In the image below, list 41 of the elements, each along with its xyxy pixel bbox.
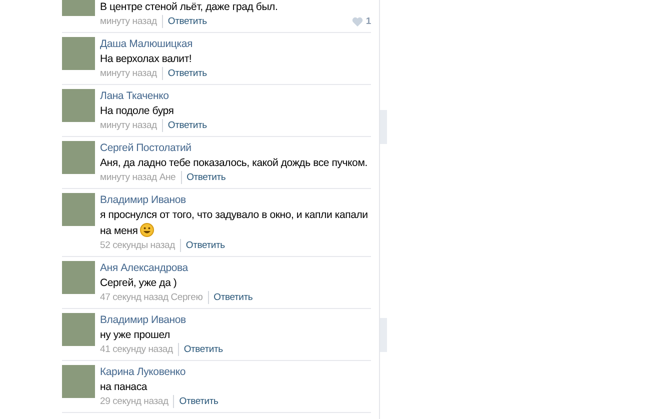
comment-text: На подоле буря (100, 105, 174, 117)
author-name[interactable]: Владимир Иванов (100, 193, 371, 208)
reply-link[interactable]: Ответить (180, 171, 226, 184)
avatar-photo-placeholder[interactable] (62, 37, 95, 70)
comment-time: минуту назад (100, 119, 157, 132)
reply-link[interactable]: Ответить (178, 343, 223, 356)
comment-time: минуту назад Ане (100, 171, 176, 184)
like-count: 1 (366, 15, 371, 28)
comment-time: 52 секунды назад (100, 239, 175, 252)
author-name[interactable]: Сергей Постолатий (100, 141, 371, 156)
comment-text: на панаса (100, 381, 148, 393)
avatar-photo-placeholder[interactable] (62, 261, 95, 294)
avatar-photo-placeholder[interactable] (62, 365, 95, 398)
author-name[interactable]: Лана Ткаченко (100, 89, 371, 104)
comment-text: Сергей, уже да ) (100, 277, 177, 289)
avatar-photo-placeholder[interactable] (62, 193, 95, 226)
author-name[interactable]: Аня Александрова (100, 261, 371, 276)
reply-link[interactable]: Ответить (162, 67, 207, 80)
avatar-photo-placeholder[interactable] (62, 0, 95, 16)
reply-link[interactable]: Ответить (173, 395, 218, 408)
author-name[interactable]: Владимир Иванов (100, 313, 371, 328)
comment-text: На верхолах валит! (100, 53, 192, 65)
author-name[interactable]: Карина Луковенко (100, 365, 371, 380)
comment-time: минуту назад (100, 67, 157, 80)
avatar-photo-placeholder[interactable] (62, 313, 95, 346)
reply-link[interactable]: Ответить (180, 239, 225, 252)
reply-link[interactable]: Ответить (208, 291, 253, 304)
comment-time: 47 секунд назад Сергею (100, 291, 203, 304)
reply-link[interactable]: Ответить (162, 15, 207, 28)
comment-time: 29 секунд назад (100, 395, 168, 408)
reply-link[interactable]: Ответить (162, 119, 207, 132)
avatar-photo-placeholder[interactable] (62, 89, 95, 122)
author-name[interactable]: Даша Малюшицкая (100, 37, 371, 52)
comment-text: ну уже прошел (100, 329, 170, 341)
heart-icon[interactable] (352, 16, 363, 26)
comment-time: 41 секунду назад (100, 343, 173, 356)
comment-text: я проснулся от того, что задувало в окно, и капли капали на меня (100, 209, 368, 237)
comment-text: В центре стеной льёт, даже град был. (100, 1, 278, 13)
avatar-photo-placeholder[interactable] (62, 141, 95, 174)
comment-text: Аня, да ладно тебе показалось, какой дождь все пучком. (100, 157, 368, 169)
comment-time: минуту назад (100, 15, 157, 28)
